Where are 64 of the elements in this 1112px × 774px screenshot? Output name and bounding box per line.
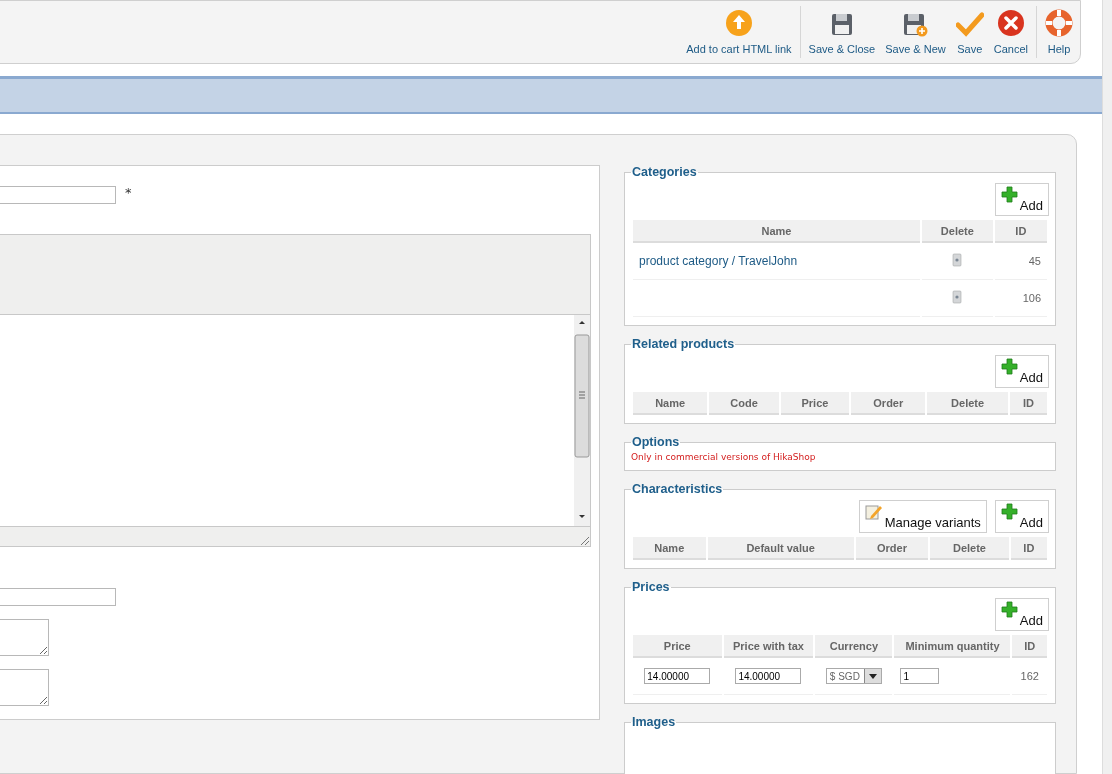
text-field[interactable] bbox=[0, 186, 116, 204]
price-with-tax-field[interactable]: 14.00000 bbox=[735, 668, 802, 684]
column-header: Minimum quantity bbox=[894, 635, 1011, 658]
trash-icon[interactable] bbox=[952, 290, 963, 304]
column-header: Code bbox=[709, 392, 779, 415]
plus-icon bbox=[1000, 503, 1018, 520]
add-button[interactable]: Add bbox=[994, 598, 1049, 631]
column-header: Price bbox=[633, 635, 722, 658]
trash-icon[interactable] bbox=[952, 253, 963, 267]
toolbar-button[interactable]: Save & New bbox=[880, 8, 951, 57]
text-area[interactable] bbox=[0, 619, 49, 656]
column-header: Default value bbox=[707, 537, 854, 560]
section-title: Related products bbox=[631, 337, 736, 351]
column-header: Delete bbox=[922, 220, 993, 243]
section-title: Options bbox=[631, 435, 681, 449]
text-field[interactable] bbox=[0, 588, 116, 606]
toolbar-button[interactable]: Cancel bbox=[988, 6, 1033, 57]
column-header: Currency bbox=[815, 635, 893, 658]
plus-icon bbox=[1000, 601, 1018, 618]
section-title: Images bbox=[631, 715, 677, 729]
section-title: Prices bbox=[631, 580, 671, 594]
column-header: ID bbox=[994, 220, 1047, 243]
column-header: Name bbox=[633, 392, 708, 415]
upload-icon bbox=[724, 8, 753, 37]
dropdown-arrow-icon[interactable] bbox=[868, 673, 877, 679]
plus-icon bbox=[1000, 186, 1018, 203]
manage-variants-button[interactable]: Manage variants bbox=[858, 500, 987, 533]
add-button[interactable]: Add bbox=[994, 500, 1049, 533]
toolbar-button[interactable]: Save & Close bbox=[803, 8, 881, 57]
column-header: ID bbox=[1012, 635, 1047, 658]
column-header: Name bbox=[633, 220, 920, 243]
toolbar-button[interactable]: Help bbox=[1040, 6, 1078, 57]
table-cell: 162 bbox=[1012, 658, 1047, 695]
required-mark: * bbox=[125, 184, 132, 200]
resize-grip-icon[interactable] bbox=[580, 536, 590, 546]
table-cell: 45 bbox=[994, 243, 1047, 280]
section-title: Categories bbox=[631, 165, 698, 179]
price-field[interactable]: 14.00000 bbox=[644, 668, 711, 684]
add-button[interactable]: Add bbox=[994, 183, 1049, 216]
column-header: ID bbox=[1010, 537, 1047, 560]
category-link[interactable]: product category / TravelJohn bbox=[639, 254, 798, 268]
column-header: Price with tax bbox=[723, 635, 814, 658]
quantity-field[interactable]: 1 bbox=[900, 668, 940, 684]
cancel-icon bbox=[996, 8, 1025, 37]
notice-text: Only in commercial versions of HikaShop bbox=[631, 451, 817, 462]
column-header: ID bbox=[1009, 392, 1047, 415]
column-header: Delete bbox=[927, 392, 1008, 415]
toolbar-button[interactable]: Add to cart HTML link bbox=[681, 6, 797, 57]
toolbar-button[interactable]: Save bbox=[950, 8, 989, 57]
currency-select[interactable]: $ SGD bbox=[825, 668, 882, 684]
column-header: Price bbox=[780, 392, 850, 415]
checkmark-icon bbox=[955, 10, 984, 37]
table-cell: 106 bbox=[994, 280, 1047, 317]
note-pencil-icon bbox=[864, 503, 883, 521]
text-area[interactable] bbox=[0, 669, 49, 706]
plus-icon bbox=[1000, 358, 1018, 375]
column-header: Delete bbox=[930, 537, 1009, 560]
add-button[interactable]: Add bbox=[994, 355, 1049, 388]
column-header: Name bbox=[633, 537, 706, 560]
column-header: Order bbox=[855, 537, 929, 560]
lifebuoy-icon bbox=[1045, 8, 1073, 37]
section-title: Characteristics bbox=[631, 482, 724, 496]
editor-scrollbar[interactable] bbox=[574, 315, 590, 526]
column-header: Order bbox=[851, 392, 926, 415]
